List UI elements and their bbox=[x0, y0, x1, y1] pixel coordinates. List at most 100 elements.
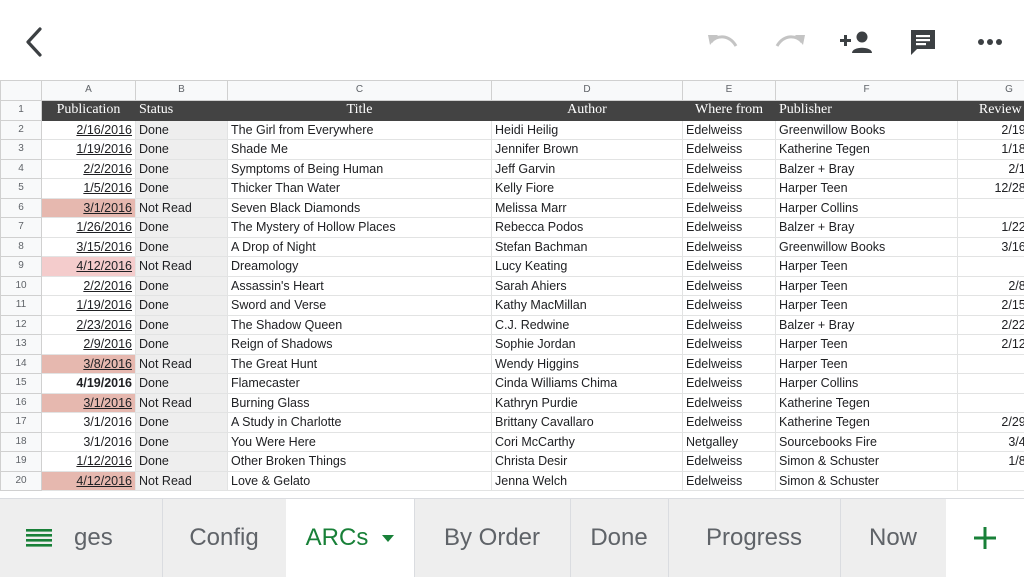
cell-publisher[interactable]: Simon & Schuster bbox=[776, 471, 958, 491]
column-header[interactable]: B bbox=[136, 81, 228, 101]
header-cell-review[interactable]: Review pu bbox=[958, 101, 1024, 121]
cell-review[interactable]: 3/16/2016 bbox=[958, 237, 1024, 257]
cell-author[interactable]: Kathryn Purdie bbox=[492, 393, 683, 413]
cell-publication[interactable]: 1/5/2016 bbox=[42, 179, 136, 199]
cell-status[interactable]: Not Read bbox=[136, 354, 228, 374]
header-cell-publisher[interactable]: Publisher bbox=[776, 101, 958, 121]
cell-author[interactable]: Jenna Welch bbox=[492, 471, 683, 491]
cell-publisher[interactable]: Katherine Tegen bbox=[776, 413, 958, 433]
cell-publisher[interactable]: Greenwillow Books bbox=[776, 120, 958, 140]
row-number[interactable]: 15 bbox=[1, 374, 42, 394]
cell-title[interactable]: Sword and Verse bbox=[228, 296, 492, 316]
cell-review[interactable]: - bbox=[958, 393, 1024, 413]
cell-where-from[interactable]: Edelweiss bbox=[683, 237, 776, 257]
cell-author[interactable]: Rebecca Podos bbox=[492, 218, 683, 238]
cell-where-from[interactable]: Edelweiss bbox=[683, 452, 776, 472]
cell-publisher[interactable]: Harper Teen bbox=[776, 354, 958, 374]
cell-where-from[interactable]: Netgalley bbox=[683, 432, 776, 452]
cell-author[interactable]: Stefan Bachman bbox=[492, 237, 683, 257]
cell-title[interactable]: The Great Hunt bbox=[228, 354, 492, 374]
cell-author[interactable]: Jeff Garvin bbox=[492, 159, 683, 179]
cell-title[interactable]: Burning Glass bbox=[228, 393, 492, 413]
cell-where-from[interactable]: Edelweiss bbox=[683, 471, 776, 491]
cell-status[interactable]: Done bbox=[136, 452, 228, 472]
cell-publisher[interactable]: Balzer + Bray bbox=[776, 315, 958, 335]
cell-publication[interactable]: 4/19/2016 bbox=[42, 374, 136, 394]
cell-author[interactable]: Sophie Jordan bbox=[492, 335, 683, 355]
sheet-tab-by-order[interactable]: By Order bbox=[414, 499, 571, 577]
row-number[interactable]: 20 bbox=[1, 471, 42, 491]
cell-where-from[interactable]: Edelweiss bbox=[683, 315, 776, 335]
row-number[interactable]: 3 bbox=[1, 140, 42, 160]
cell-title[interactable]: You Were Here bbox=[228, 432, 492, 452]
cell-publication[interactable]: 3/1/2016 bbox=[42, 393, 136, 413]
sheet-tab-progress[interactable]: Progress bbox=[668, 499, 841, 577]
sheet-tab-config[interactable]: Config bbox=[162, 499, 287, 577]
cell-publication[interactable]: 1/26/2016 bbox=[42, 218, 136, 238]
cell-status[interactable]: Done bbox=[136, 335, 228, 355]
back-button[interactable] bbox=[14, 22, 54, 62]
cell-title[interactable]: A Drop of Night bbox=[228, 237, 492, 257]
header-cell-status[interactable]: Status bbox=[136, 101, 228, 121]
cell-author[interactable]: Wendy Higgins bbox=[492, 354, 683, 374]
cell-author[interactable]: Lucy Keating bbox=[492, 257, 683, 277]
cell-title[interactable]: Other Broken Things bbox=[228, 452, 492, 472]
cell-status[interactable]: Done bbox=[136, 237, 228, 257]
cell-publisher[interactable]: Balzer + Bray bbox=[776, 218, 958, 238]
add-sheet-button[interactable] bbox=[946, 499, 1024, 577]
cell-title[interactable]: Assassin's Heart bbox=[228, 276, 492, 296]
cell-author[interactable]: C.J. Redwine bbox=[492, 315, 683, 335]
column-header[interactable]: F bbox=[776, 81, 958, 101]
row-number[interactable]: 10 bbox=[1, 276, 42, 296]
cell-where-from[interactable]: Edelweiss bbox=[683, 393, 776, 413]
dropdown-caret-icon[interactable] bbox=[382, 535, 394, 542]
cell-review[interactable]: 2/1/2016 bbox=[958, 159, 1024, 179]
cell-where-from[interactable]: Edelweiss bbox=[683, 354, 776, 374]
cell-publication[interactable]: 1/19/2016 bbox=[42, 296, 136, 316]
row-number[interactable]: 14 bbox=[1, 354, 42, 374]
cell-title[interactable]: Love & Gelato bbox=[228, 471, 492, 491]
header-cell-where-from[interactable]: Where from bbox=[683, 101, 776, 121]
cell-publication[interactable]: 4/12/2016 bbox=[42, 257, 136, 277]
cell-publication[interactable]: 1/19/2016 bbox=[42, 140, 136, 160]
cell-review[interactable]: 1/8/2016 bbox=[958, 452, 1024, 472]
add-person-button[interactable] bbox=[836, 22, 876, 62]
cell-status[interactable]: Done bbox=[136, 315, 228, 335]
cell-author[interactable]: Jennifer Brown bbox=[492, 140, 683, 160]
cell-where-from[interactable]: Edelweiss bbox=[683, 140, 776, 160]
cell-where-from[interactable]: Edelweiss bbox=[683, 296, 776, 316]
cell-publication[interactable]: 3/8/2016 bbox=[42, 354, 136, 374]
cell-review[interactable]: 2/8/2016 bbox=[958, 276, 1024, 296]
column-header[interactable]: E bbox=[683, 81, 776, 101]
cell-publication[interactable]: 4/12/2016 bbox=[42, 471, 136, 491]
cell-publication[interactable]: 2/9/2016 bbox=[42, 335, 136, 355]
cell-publication[interactable]: 2/2/2016 bbox=[42, 276, 136, 296]
cell-status[interactable]: Not Read bbox=[136, 198, 228, 218]
cell-publisher[interactable]: Harper Teen bbox=[776, 179, 958, 199]
cell-author[interactable]: Kelly Fiore bbox=[492, 179, 683, 199]
cell-status[interactable]: Done bbox=[136, 413, 228, 433]
cell-publisher[interactable]: Harper Teen bbox=[776, 296, 958, 316]
cell-review[interactable]: - bbox=[958, 198, 1024, 218]
header-cell-author[interactable]: Author bbox=[492, 101, 683, 121]
row-number[interactable]: 4 bbox=[1, 159, 42, 179]
cell-title[interactable]: Seven Black Diamonds bbox=[228, 198, 492, 218]
more-options-button[interactable] bbox=[970, 22, 1010, 62]
row-number[interactable]: 18 bbox=[1, 432, 42, 452]
cell-status[interactable]: Done bbox=[136, 179, 228, 199]
cell-publisher[interactable]: Balzer + Bray bbox=[776, 159, 958, 179]
sheet-tab-arcs[interactable]: ARCs bbox=[286, 499, 415, 577]
cell-status[interactable]: Done bbox=[136, 218, 228, 238]
cell-publisher[interactable]: Katherine Tegen bbox=[776, 393, 958, 413]
cell-title[interactable]: Flamecaster bbox=[228, 374, 492, 394]
cell-status[interactable]: Done bbox=[136, 276, 228, 296]
cell-publication[interactable]: 3/1/2016 bbox=[42, 198, 136, 218]
cell-review[interactable]: 2/29/2016 bbox=[958, 413, 1024, 433]
row-number[interactable]: 2 bbox=[1, 120, 42, 140]
cell-status[interactable]: Done bbox=[136, 432, 228, 452]
cell-title[interactable]: Symptoms of Being Human bbox=[228, 159, 492, 179]
row-number[interactable]: 7 bbox=[1, 218, 42, 238]
row-number[interactable]: 6 bbox=[1, 198, 42, 218]
cell-review[interactable]: 12/28/2015 bbox=[958, 179, 1024, 199]
cell-review[interactable]: 3/4/2016 bbox=[958, 432, 1024, 452]
